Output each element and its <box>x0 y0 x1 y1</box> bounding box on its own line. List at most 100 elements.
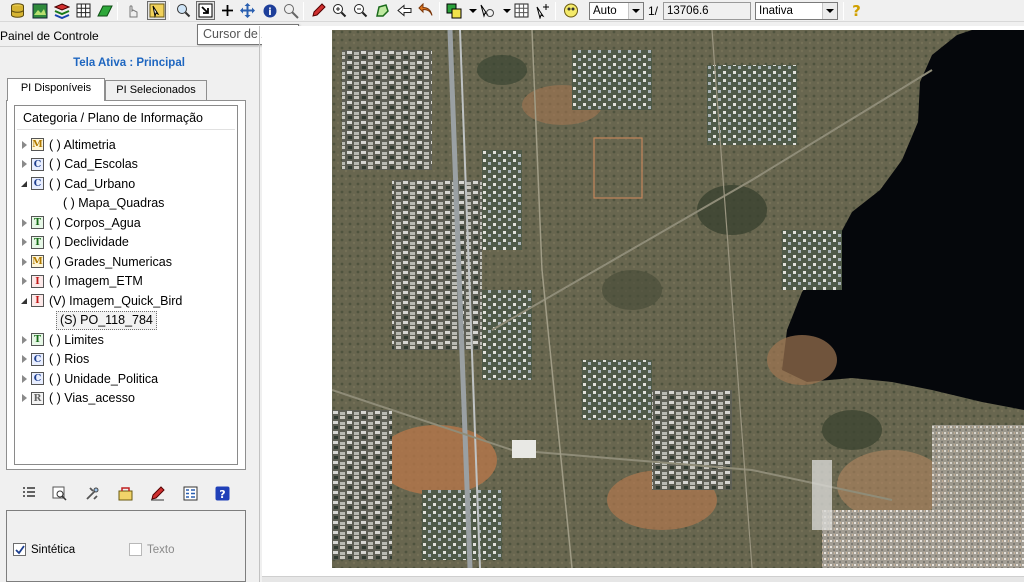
tree-item[interactable]: T ( ) Declividade <box>19 233 129 252</box>
category-icon: C <box>31 177 44 190</box>
tree-child-item[interactable]: (S) PO_118_784 <box>56 310 157 330</box>
tree-item-label: ( ) Cad_Urbano <box>49 176 136 191</box>
panel-title: Painel de Controle <box>0 29 99 43</box>
tab-pi-disponiveis[interactable]: PI Disponíveis <box>7 78 105 101</box>
toolbar-separator <box>843 2 844 20</box>
tree-item[interactable]: C ( ) Cad_Escolas <box>19 155 138 174</box>
svg-text:i: i <box>268 7 271 18</box>
measure-icon[interactable] <box>281 1 300 20</box>
pan-icon[interactable] <box>238 1 257 20</box>
collapsed-arrow-icon[interactable] <box>19 218 29 227</box>
legend-icon[interactable] <box>181 484 199 502</box>
zoom-mode-select[interactable]: Auto <box>589 2 644 20</box>
texto-checkbox: Texto <box>129 543 175 556</box>
tree-item[interactable]: R ( ) Vias_acesso <box>19 389 135 408</box>
chevron-down-icon <box>628 3 643 19</box>
category-icon: I <box>31 294 44 307</box>
active-mode-value: Inativa <box>759 5 793 17</box>
tree-item-label: ( ) Limites <box>49 332 104 347</box>
category-icon: C <box>31 352 44 366</box>
grid-plus-icon[interactable] <box>512 1 531 20</box>
undo-icon[interactable] <box>416 1 435 20</box>
sintetica-checkbox[interactable]: Sintética <box>13 543 75 556</box>
tree-item[interactable]: T ( ) Limites <box>19 330 104 349</box>
expanded-arrow-icon[interactable] <box>19 297 29 304</box>
tree-child-item[interactable]: ( ) Mapa_Quadras <box>63 194 164 213</box>
search-layer-icon[interactable] <box>50 484 68 502</box>
satellite-image[interactable] <box>332 30 1024 568</box>
tools-icon[interactable] <box>83 484 101 502</box>
scale-prefix: 1/ <box>648 4 659 18</box>
tree-item[interactable]: I (V) Imagem_Quick_Bird <box>19 291 182 310</box>
active-mode-select[interactable]: Inativa <box>755 2 838 20</box>
tree-item[interactable]: C ( ) Unidade_Politica <box>19 369 158 388</box>
main-toolbar: i Auto 1/ 13706.6 Inativa ? <box>0 0 1024 22</box>
category-icon: T <box>31 333 44 346</box>
eraser-icon[interactable] <box>95 1 114 20</box>
tree-item-label: ( ) Altimetria <box>49 137 116 152</box>
collapsed-arrow-icon[interactable] <box>19 140 29 149</box>
checkbox-box <box>129 543 142 556</box>
texto-label: Texto <box>147 543 175 556</box>
back-arrow-icon[interactable] <box>395 1 414 20</box>
tree-item[interactable]: C ( ) Rios <box>19 350 89 369</box>
zoom-in-icon[interactable] <box>174 1 193 20</box>
scale-field[interactable]: 13706.6 <box>663 2 751 20</box>
tree-item[interactable]: M ( ) Grades_Numericas <box>19 252 172 271</box>
list-icon[interactable] <box>20 484 38 502</box>
tree-item[interactable]: I ( ) Imagem_ETM <box>19 272 143 291</box>
color-palette-icon[interactable] <box>444 1 463 20</box>
help-icon[interactable]: ? <box>847 1 866 20</box>
zoom-in-plus-icon[interactable] <box>330 1 349 20</box>
map-viewport <box>262 26 1024 582</box>
pointer-zoom-icon[interactable] <box>477 1 496 20</box>
display-icon[interactable] <box>561 1 580 20</box>
properties-icon[interactable] <box>116 484 134 502</box>
collapsed-arrow-icon[interactable] <box>19 238 29 246</box>
zoom-out-icon[interactable] <box>351 1 370 20</box>
tab-panel-body: Categoria / Plano de Informação M ( ) Alt… <box>6 100 246 470</box>
hand-pointer-icon[interactable] <box>122 1 141 20</box>
tree-item[interactable]: C ( ) Cad_Urbano <box>19 174 135 193</box>
collapsed-arrow-icon[interactable] <box>19 374 29 383</box>
toolbar-separator <box>117 2 118 20</box>
grid-icon[interactable] <box>74 1 93 20</box>
plus-icon[interactable] <box>218 1 237 20</box>
zoom-mode-value: Auto <box>593 5 617 17</box>
category-icon: T <box>31 235 44 249</box>
tree-item-label: ( ) Unidade_Politica <box>49 371 159 386</box>
edit-pencil-icon[interactable] <box>148 484 166 502</box>
pointer-info-icon[interactable] <box>147 1 166 20</box>
toolbar-separator <box>303 2 304 20</box>
toolbar-separator <box>555 2 556 20</box>
collapsed-arrow-icon[interactable] <box>19 160 29 168</box>
collapsed-arrow-icon[interactable] <box>19 355 29 363</box>
cursor-star-icon[interactable] <box>533 1 552 20</box>
category-icon: R <box>31 391 44 405</box>
layers-icon[interactable] <box>52 1 71 20</box>
scale-value: 13706.6 <box>667 5 709 17</box>
display-options-box: Sintética Texto <box>6 510 246 582</box>
zoom-cursor-icon[interactable] <box>196 1 215 20</box>
tree-item-label: ( ) Rios <box>49 352 90 366</box>
control-panel: Painel de Controle Tela Ativa : Principa… <box>0 26 260 582</box>
collapsed-arrow-icon[interactable] <box>19 394 29 402</box>
collapsed-arrow-icon[interactable] <box>19 335 29 344</box>
category-icon: M <box>31 138 44 151</box>
database-icon[interactable] <box>8 1 27 20</box>
tab-pi-selecionados[interactable]: PI Selecionados <box>105 80 207 100</box>
help-icon[interactable]: ? <box>213 484 231 502</box>
svg-text:?: ? <box>219 488 225 501</box>
polygon-icon[interactable] <box>373 1 392 20</box>
collapsed-arrow-icon[interactable] <box>19 257 29 266</box>
image-layer-icon[interactable] <box>30 1 49 20</box>
info-icon[interactable]: i <box>260 1 279 20</box>
chevron-down-icon <box>822 3 837 19</box>
collapsed-arrow-icon[interactable] <box>19 277 29 285</box>
expanded-arrow-icon[interactable] <box>19 180 29 187</box>
pencil-icon[interactable] <box>309 1 328 20</box>
horizontal-scrollbar[interactable] <box>262 576 1024 582</box>
tree-item[interactable]: M ( ) Altimetria <box>19 135 116 154</box>
tree-item[interactable]: T ( ) Corpos_Agua <box>19 213 141 232</box>
layer-tree[interactable]: Categoria / Plano de Informação M ( ) Alt… <box>14 105 238 465</box>
